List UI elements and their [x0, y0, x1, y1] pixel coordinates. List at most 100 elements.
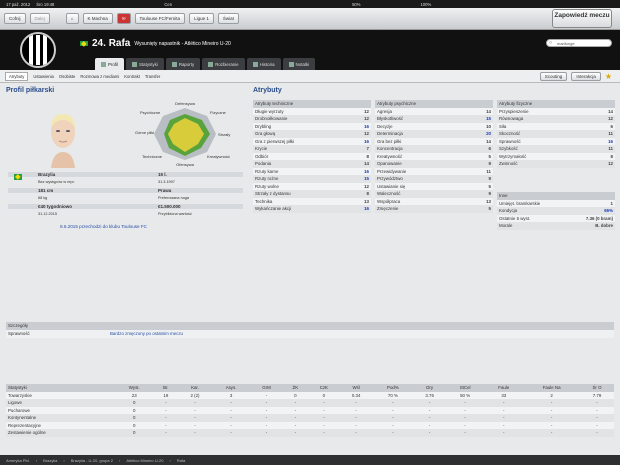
- tab-notes[interactable]: Notatki: [282, 58, 316, 70]
- attribute-value: 7: [350, 145, 371, 153]
- attribute-value: 12: [590, 160, 615, 168]
- attribute-name: Gra z pierwszej piłki: [253, 137, 351, 145]
- table-row[interactable]: Zestawienie ogólne 0- - - - - - - - - - - - -: [6, 429, 614, 437]
- stats-column-header[interactable]: Faule Na: [523, 384, 580, 392]
- stats-column-header[interactable]: Dry: [413, 384, 446, 392]
- breadcrumb-item[interactable]: Rafa: [177, 458, 185, 463]
- table-row[interactable]: Reprezentacyjne 0- - - - - - - - - - - - -: [6, 421, 614, 429]
- attribute-name: Zmęczenie: [375, 205, 469, 213]
- home-button[interactable]: ⌂: [65, 13, 79, 24]
- stats-cell: 70 %: [372, 391, 414, 399]
- profile-row-nation: Brazylia 15 l.: [8, 172, 243, 177]
- attribute-value: 14: [468, 107, 493, 115]
- stats-cell: -: [372, 406, 414, 414]
- subnav-personal[interactable]: Osobiste: [59, 74, 76, 79]
- subnav-media[interactable]: Rozmowa z mediami: [80, 74, 119, 79]
- stats-cell: -: [250, 406, 283, 414]
- table-row[interactable]: Ligowe 0- - - - - - - - - - - - -: [6, 399, 614, 407]
- continue-button[interactable]: Zapowiedź meczu: [552, 9, 612, 28]
- radar-label-aerial: Górne piłki: [135, 130, 154, 135]
- table-row[interactable]: Pucharowe 0- - - - - - - - - - - - -: [6, 406, 614, 414]
- attribute-row: Przyspieszenie 14: [497, 107, 615, 115]
- transfer-notice[interactable]: 9.6.2015 przechodzi do klubu Toulouse FC: [60, 224, 147, 229]
- stats-column-header[interactable]: StCel: [445, 384, 485, 392]
- attribute-name: Szybkość: [497, 145, 591, 153]
- stats-column-header[interactable]: Kar.: [178, 384, 212, 392]
- stats-cell: Reprezentacyjne: [6, 421, 115, 429]
- stats-column-header[interactable]: Asys.: [211, 384, 251, 392]
- stats-column-header[interactable]: GrM: [250, 384, 283, 392]
- league-dropdown[interactable]: Ligue 1: [189, 13, 214, 24]
- stats-column-header[interactable]: Wyst.: [114, 384, 154, 392]
- attribute-row: Drobnoiłkowanie 12: [253, 115, 371, 123]
- subnav-transfer[interactable]: Transfer: [145, 74, 160, 79]
- subnav-settings[interactable]: Ustawienia: [33, 74, 53, 79]
- tab-reports[interactable]: Raporty: [165, 58, 201, 70]
- misc-header: Inne: [497, 192, 615, 200]
- attribute-row: Koncentracja 6: [375, 145, 493, 153]
- tab-development[interactable]: Rozbieranie: [202, 58, 245, 70]
- search-input[interactable]: marilunge: [546, 39, 612, 47]
- stats-column-header[interactable]: Statystyki: [6, 384, 115, 392]
- stats-column-header[interactable]: Faule: [484, 384, 524, 392]
- stats-column-header[interactable]: Pod%: [372, 384, 414, 392]
- attribute-name: Rzuty rożne: [253, 175, 351, 183]
- breadcrumb-item[interactable]: Atlético Mineiro U-20: [126, 458, 163, 463]
- table-row[interactable]: Towarzyskie 23 19 2 (2) 3-0 0 0.34 70 % 3.76 50 %…: [6, 391, 614, 399]
- attribute-name: Decyzje: [375, 122, 469, 130]
- stats-cell: -: [250, 399, 283, 407]
- subnav-attributes[interactable]: Atrybuty: [5, 71, 29, 81]
- attribute-name: Drybling: [253, 122, 351, 130]
- inbox-icon[interactable]: ✉: [116, 13, 131, 24]
- stats-cell: -: [523, 414, 580, 422]
- attribute-value: 14: [590, 107, 615, 115]
- stats-column-header[interactable]: ŻK: [282, 384, 308, 392]
- stats-column-header[interactable]: Wśl: [339, 384, 373, 392]
- stats-cell: 2: [523, 391, 580, 399]
- tab-profile[interactable]: Profil: [95, 58, 125, 70]
- forward-button[interactable]: Dalej: [29, 13, 50, 24]
- stats-column-header[interactable]: Br.: [153, 384, 179, 392]
- stats-cell: -: [307, 421, 340, 429]
- tab-history[interactable]: Historia: [246, 58, 281, 70]
- stats-cell: 3.76: [413, 391, 446, 399]
- player-position: Wysunięty napastnik - Atlético Mineiro U…: [134, 40, 231, 47]
- details-panel: Szczegóły Sprawność Bardzo zmęczony po os…: [6, 322, 614, 338]
- stats-icon: [132, 61, 138, 67]
- condition-link[interactable]: Bardzo zmęczony po ostatnim meczu: [110, 330, 183, 338]
- attribute-row: Krycie 7: [253, 145, 371, 153]
- table-row[interactable]: Kontynentalne 0- - - - - - - - - - - - -: [6, 414, 614, 422]
- stats-cell: -: [372, 421, 414, 429]
- interact-button[interactable]: Interakcja: [571, 72, 601, 81]
- attribute-name: Przywództwo: [375, 175, 469, 183]
- stats-cell: 0: [114, 399, 154, 407]
- club-button[interactable]: K Machna: [82, 13, 113, 24]
- attribute-row: Rzuty karne 16: [253, 167, 371, 175]
- attribute-name: Wykańczanie akcji: [253, 205, 351, 213]
- back-button[interactable]: Cofnij: [4, 13, 26, 24]
- attribute-value: 7.36 (0 bram): [566, 214, 615, 222]
- stats-cell: -: [178, 399, 212, 407]
- breadcrumb-item[interactable]: Brazylia: [43, 458, 57, 463]
- stats-cell: -: [307, 414, 340, 422]
- scouting-button[interactable]: Scouting: [539, 72, 568, 81]
- radar-label-creativity: Kreatywność: [207, 154, 230, 159]
- stats-cell: -: [178, 421, 212, 429]
- subnav-contract[interactable]: Kontrakt: [124, 74, 140, 79]
- team-dropdown[interactable]: Toulouse FC/Fernita: [134, 13, 186, 24]
- stats-cell: -: [413, 429, 446, 437]
- breadcrumb-item[interactable]: Ameryka Płd.: [6, 458, 30, 463]
- tab-stats[interactable]: Statystyki: [126, 58, 164, 70]
- stats-cell: -: [445, 429, 485, 437]
- attribute-name: Skoczność: [497, 130, 591, 138]
- stats-column-header[interactable]: Śr O: [580, 384, 614, 392]
- star-icon[interactable]: ★: [605, 72, 612, 81]
- stats-column-header[interactable]: CzK: [307, 384, 340, 392]
- world-dropdown[interactable]: Świat: [217, 13, 239, 24]
- os-status-bar: 17 paź. 2012 Śro 19:48 Cen 50% 100%: [0, 0, 620, 8]
- attribute-value: 6: [468, 145, 493, 153]
- stats-cell: -: [413, 414, 446, 422]
- profile-row-caps: Bez występów w repr. 31.3.1997: [38, 180, 175, 184]
- stats-cell: 0: [307, 391, 340, 399]
- breadcrumb-item[interactable]: Brazylia - U-20, grupa 2: [71, 458, 113, 463]
